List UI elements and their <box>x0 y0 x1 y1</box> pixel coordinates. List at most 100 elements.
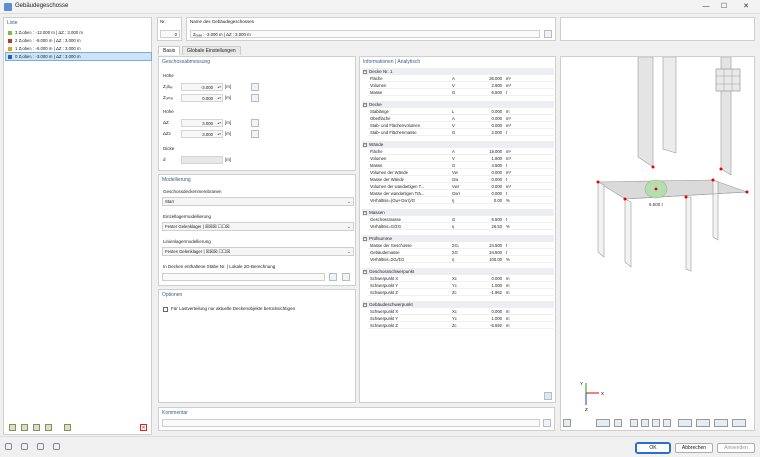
info-cell-u: m² <box>506 76 511 81</box>
maximize-button[interactable]: ☐ <box>718 2 730 12</box>
pick-zunter-icon[interactable] <box>251 94 259 102</box>
pick-members-icon[interactable] <box>329 273 337 281</box>
collapse-icon[interactable]: − <box>363 236 367 241</box>
load-distribution-label: Für Lastverteilung nur aktuelle Deckenob… <box>171 306 296 311</box>
info-cell-s: L <box>452 109 455 114</box>
info-row: Oberfläche A 0.000 m² <box>368 115 554 122</box>
info-group-header[interactable]: − Gebäudeschwerpunkt <box>362 301 554 308</box>
table-icon[interactable] <box>37 443 44 450</box>
comment-field[interactable] <box>162 419 540 427</box>
color-swatch <box>8 46 12 51</box>
tab-globale-einstellungen[interactable]: Globale Einstellungen <box>182 46 241 55</box>
zober-input[interactable]: -3.000 ▴▾ <box>181 83 223 91</box>
info-row: Stablänge L 0.000 m <box>368 108 554 115</box>
list-item[interactable]: 2 Z₍ober₎ : -9.000 m | ΔZ : 3.000 m <box>6 37 151 44</box>
dz-input[interactable]: 3.000 ▴▾ <box>181 119 223 127</box>
collapse-icon[interactable]: − <box>363 210 367 215</box>
info-cell-v: 0.000 <box>491 309 502 314</box>
collapse-icon[interactable]: − <box>363 102 367 107</box>
copy-item-icon[interactable] <box>21 424 28 431</box>
info-cell-s: G <box>452 217 456 222</box>
insert-item-icon[interactable] <box>33 424 40 431</box>
info-cell-u: m <box>506 316 510 321</box>
collapse-icon[interactable]: − <box>363 302 367 307</box>
new-item-icon[interactable] <box>9 424 16 431</box>
minimize-button[interactable]: — <box>700 2 712 12</box>
info-cell-u: m <box>506 276 510 281</box>
view-settings-icon[interactable] <box>563 419 571 427</box>
info-group-title: Decke Nr. 1 <box>369 69 393 74</box>
apply-button[interactable]: Anwenden <box>717 443 755 453</box>
support-select[interactable]: Fester Gelenklager | ☒☒☒ ☐☐☒ ⌄ <box>162 222 354 231</box>
info-group-header[interactable]: − Decke Nr. 1 <box>362 68 554 75</box>
sort-icon[interactable] <box>64 424 71 431</box>
ok-button[interactable]: OK <box>635 442 671 454</box>
support-label: Einzellagermodellierung <box>163 214 212 219</box>
info-cell-n: Fläche <box>370 76 383 81</box>
view-iso-icon[interactable] <box>663 419 671 427</box>
name-field[interactable]: Zₒₑₑₑ : -3.000 m | ΔZ : 3.000 m <box>190 30 540 38</box>
render-mode-icon[interactable] <box>614 419 622 427</box>
more-options-icon[interactable] <box>732 419 746 427</box>
info-group-title: Geschossschwerpunkt <box>369 269 415 274</box>
members-field[interactable] <box>162 273 325 281</box>
info-group-title: Massen <box>369 210 385 215</box>
info-cell-u: % <box>506 224 510 229</box>
collapse-icon[interactable]: − <box>363 69 367 74</box>
view-3d[interactable]: 6.500 t X Y Z <box>560 56 755 431</box>
tab-basis[interactable]: Basis <box>158 46 181 55</box>
delete-icon[interactable]: ✕ <box>140 424 147 431</box>
edit-icon[interactable] <box>53 443 60 450</box>
line-support-select[interactable]: Festes Gelenklager | ☒☒☒ ☐☐☒ ⌄ <box>162 247 354 256</box>
axis-y-label: Y <box>580 381 583 386</box>
layers-dropdown-icon[interactable] <box>696 419 710 427</box>
info-group-header[interactable]: − Decke <box>362 101 554 108</box>
dzc-input[interactable]: 3.000 ▴▾ <box>181 130 223 138</box>
pick-dzc-icon[interactable] <box>251 130 259 138</box>
info-group-header[interactable]: − Wände <box>362 141 554 148</box>
list-item-selected[interactable]: 0 Z₍ober₎ : -3.000 m | ΔZ : 3.000 m <box>5 52 152 61</box>
renumber-icon[interactable] <box>45 424 52 431</box>
members-label: In Decken enthaltene Stäbe Nr. | Lokale … <box>163 264 276 269</box>
view-x-icon[interactable] <box>630 419 638 427</box>
view-y-icon[interactable] <box>641 419 649 427</box>
info-row: Verhältnis=G/ΣG η 26.53% <box>368 223 554 230</box>
pick-zober-icon[interactable] <box>251 83 259 91</box>
display-dropdown-icon[interactable] <box>596 419 610 427</box>
info-cell-v: 0.000 <box>491 109 502 114</box>
comment-label: Kommentar <box>162 410 188 416</box>
visibility-dropdown-icon[interactable] <box>678 419 692 427</box>
print-dropdown-icon[interactable] <box>714 419 728 427</box>
cancel-button[interactable]: Abbrechen <box>675 443 713 453</box>
info-cell-u: t <box>506 250 508 255</box>
units-icon[interactable] <box>21 443 28 450</box>
info-row: Masse G 6.500 t <box>368 89 554 96</box>
comment-edit-icon[interactable] <box>543 419 551 427</box>
zunter-input[interactable]: 0.000 ▴▾ <box>181 94 223 102</box>
close-button[interactable]: ✕ <box>740 2 752 12</box>
info-cell-s: V <box>452 83 455 88</box>
list-item[interactable]: 1 Z₍ober₎ : -6.000 m | ΔZ : 3.000 m <box>6 45 151 52</box>
help-icon[interactable] <box>5 443 12 450</box>
view-cube[interactable] <box>715 68 741 92</box>
geometry-header: Geschossabmessung <box>162 59 211 65</box>
info-group-header[interactable]: − Massen <box>362 209 554 216</box>
info-export-icon[interactable] <box>544 392 552 400</box>
info-row: Masse G 4.500 t <box>368 162 554 169</box>
view-z-icon[interactable] <box>652 419 660 427</box>
info-row: Schwerpunkt Z Zc -1.962 m <box>368 289 554 296</box>
d-input[interactable] <box>181 156 223 164</box>
edit-name-icon[interactable] <box>544 30 552 38</box>
pick-dz-icon[interactable] <box>251 119 259 127</box>
info-cell-u: % <box>506 198 510 203</box>
load-distribution-checkbox[interactable] <box>163 307 168 312</box>
slab-select[interactable]: Starr ⌄ <box>162 197 354 206</box>
clear-members-icon[interactable] <box>342 273 350 281</box>
info-group-header[interactable]: − Prüfsumme <box>362 235 554 242</box>
info-cell-n: Masse der wandartigen Trä... <box>370 191 425 196</box>
nr-field[interactable]: 0 <box>160 30 180 38</box>
list-item[interactable]: 3 Z₍ober₎ : -12.000 m | ΔZ : 3.000 m <box>6 29 151 36</box>
info-group-header[interactable]: − Geschossschwerpunkt <box>362 268 554 275</box>
collapse-icon[interactable]: − <box>363 142 367 147</box>
collapse-icon[interactable]: − <box>363 269 367 274</box>
